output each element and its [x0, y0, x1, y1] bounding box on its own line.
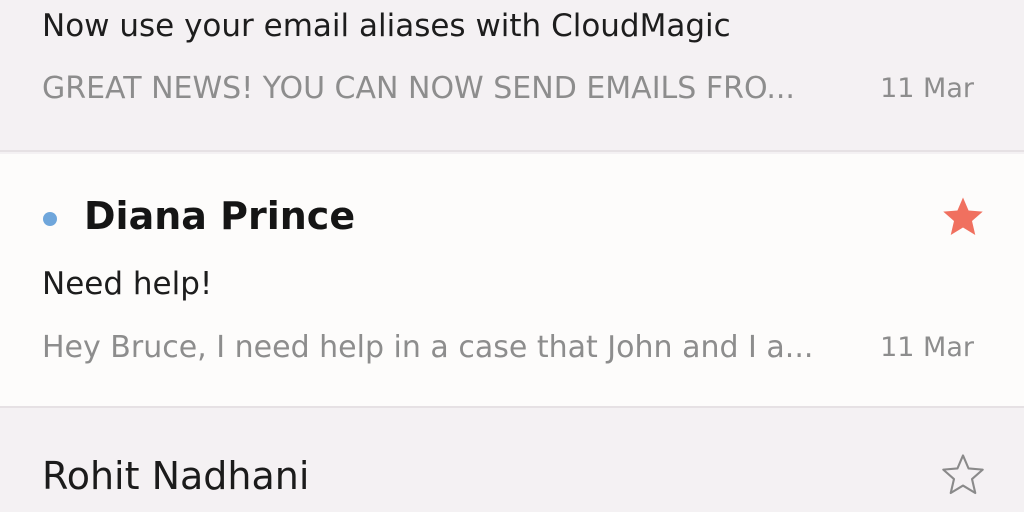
email-preview: Hey Bruce, I need help in a case that Jo… [42, 330, 814, 365]
email-list-item[interactable]: Rohit Nadhani [0, 410, 1024, 512]
email-list-item[interactable]: Now use your email aliases with CloudMag… [0, 0, 1024, 152]
email-date: 11 Mar [880, 73, 974, 104]
unread-dot-icon [43, 212, 57, 226]
email-list: Now use your email aliases with CloudMag… [0, 0, 1024, 512]
email-subject: Need help! [42, 266, 213, 302]
star-outline-icon[interactable] [940, 452, 986, 498]
email-list-item[interactable]: Diana Prince Need help! Hey Bruce, I nee… [0, 154, 1024, 408]
email-date: 11 Mar [880, 332, 974, 363]
email-subject: Now use your email aliases with CloudMag… [42, 8, 731, 44]
star-filled-icon[interactable] [940, 194, 986, 240]
email-sender: Rohit Nadhani [42, 454, 310, 498]
email-preview: GREAT NEWS! YOU CAN NOW SEND EMAILS FRO.… [42, 71, 795, 106]
email-sender: Diana Prince [84, 194, 356, 238]
